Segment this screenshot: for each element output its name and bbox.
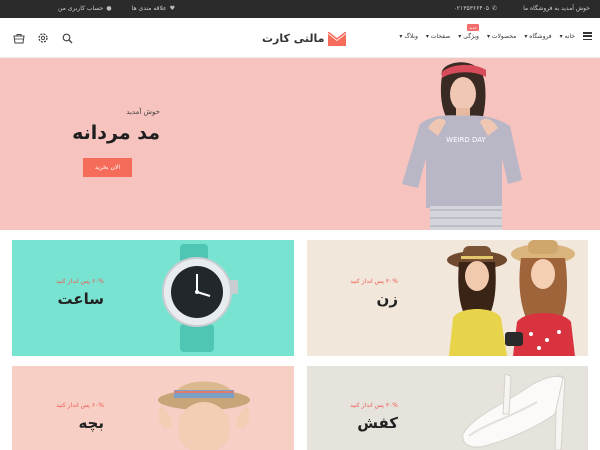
nav-label: خانه xyxy=(564,32,575,40)
category-tile-kids[interactable]: ۶۰% پس انداز کنید بچه xyxy=(12,366,294,450)
menu-icon[interactable] xyxy=(583,32,592,40)
watch-image xyxy=(152,244,272,352)
tile-text: ۶۰% پس انداز کنید ساعت xyxy=(56,278,104,308)
women-image xyxy=(435,240,585,356)
top-bar: خوش آمدید به فروشگاه ما ✆۰۲۱۳۵۳۶۶۴۰۵ ♥عل… xyxy=(0,0,600,18)
site-logo[interactable]: مالتی کارت xyxy=(262,31,347,46)
welcome-text: خوش آمدید به فروشگاه ما xyxy=(523,5,590,12)
discount-text: ۶۰% پس انداز کنید xyxy=(56,402,104,409)
category-tile-women[interactable]: ۳۰% پس انداز کنید زن xyxy=(307,240,588,356)
main-nav: خانه ▾ فروشگاه ▾ محصولات ▾ جدید ویژگی ▾ ص… xyxy=(399,23,592,40)
hero-title: مد مردانه xyxy=(72,122,160,144)
nav-label: محصولات xyxy=(491,32,517,40)
nav-label: صفحات xyxy=(430,32,451,40)
shirt-print-text: WEIRD DAY xyxy=(446,136,486,144)
phone-text: ۰۲۱۳۵۳۶۶۴۰۵ xyxy=(453,5,490,12)
site-header: مالتی کارت خانه ▾ فروشگاه ▾ محصولات ▾ جد… xyxy=(0,18,600,58)
kid-image xyxy=(142,366,272,450)
new-badge: جدید xyxy=(467,23,479,31)
phone-icon: ✆ xyxy=(492,5,498,12)
account-label: حساب کاربری من xyxy=(58,5,104,12)
category-name: ساعت xyxy=(57,290,104,308)
category-name: کفش xyxy=(357,414,398,432)
nav-item-features[interactable]: جدید ویژگی ▾ xyxy=(458,23,479,40)
account-link[interactable]: ●حساب کاربری من xyxy=(58,5,112,12)
header-icons xyxy=(12,31,74,45)
nav-item-home[interactable]: خانه ▾ xyxy=(560,33,575,40)
heart-icon: ♥ xyxy=(169,5,175,12)
discount-text: ۶۰% پس انداز کنید xyxy=(56,278,104,285)
search-icon[interactable] xyxy=(60,31,74,45)
logo-mark-icon xyxy=(327,31,347,46)
nav-item-shop[interactable]: فروشگاه ▾ xyxy=(524,33,551,40)
top-bar-left: ♥علاقه مندی ها ●حساب کاربری من xyxy=(58,5,175,12)
nav-label: وبلاگ xyxy=(404,32,418,40)
discount-text: ۳۰% پس انداز کنید xyxy=(350,278,398,285)
logo-text: مالتی کارت xyxy=(262,31,325,45)
category-tile-watch[interactable]: ۶۰% پس انداز کنید ساعت xyxy=(12,240,294,356)
nav-item-pages[interactable]: صفحات ▾ xyxy=(426,33,450,40)
shop-now-button[interactable]: الان بخرید xyxy=(82,158,132,177)
nav-label: ویژگی xyxy=(463,32,479,40)
tile-text: ۳۰% پس انداز کنید کفش xyxy=(350,402,398,432)
category-name: بچه xyxy=(78,414,104,432)
phone-number[interactable]: ✆۰۲۱۳۵۳۶۶۴۰۵ xyxy=(454,5,497,12)
hero-model-image: WEIRD DAY xyxy=(390,58,540,230)
wishlist-link[interactable]: ♥علاقه مندی ها xyxy=(132,5,175,12)
tile-text: ۶۰% پس انداز کنید بچه xyxy=(56,402,104,432)
cart-icon[interactable] xyxy=(12,31,26,45)
nav-label: فروشگاه xyxy=(529,32,552,40)
tile-text: ۳۰% پس انداز کنید زن xyxy=(350,278,398,308)
category-name: زن xyxy=(376,290,398,308)
hero-subtitle: خوش آمدید xyxy=(126,108,160,116)
discount-text: ۳۰% پس انداز کنید xyxy=(350,402,398,409)
nav-item-products[interactable]: محصولات ▾ xyxy=(487,33,516,40)
top-bar-right: خوش آمدید به فروشگاه ما ✆۰۲۱۳۵۳۶۶۴۰۵ xyxy=(454,5,590,12)
wishlist-label: علاقه مندی ها xyxy=(131,5,167,12)
settings-icon[interactable] xyxy=(36,31,50,45)
category-tile-shoes[interactable]: ۳۰% پس انداز کنید کفش xyxy=(307,366,588,450)
hero-banner: خوش آمدید مد مردانه الان بخرید WEIRD DAY xyxy=(0,58,600,230)
shoes-image xyxy=(445,373,575,450)
nav-item-blog[interactable]: وبلاگ ▾ xyxy=(399,33,417,40)
user-icon: ● xyxy=(106,5,112,12)
hero-text: خوش آمدید مد مردانه الان بخرید xyxy=(40,108,160,177)
